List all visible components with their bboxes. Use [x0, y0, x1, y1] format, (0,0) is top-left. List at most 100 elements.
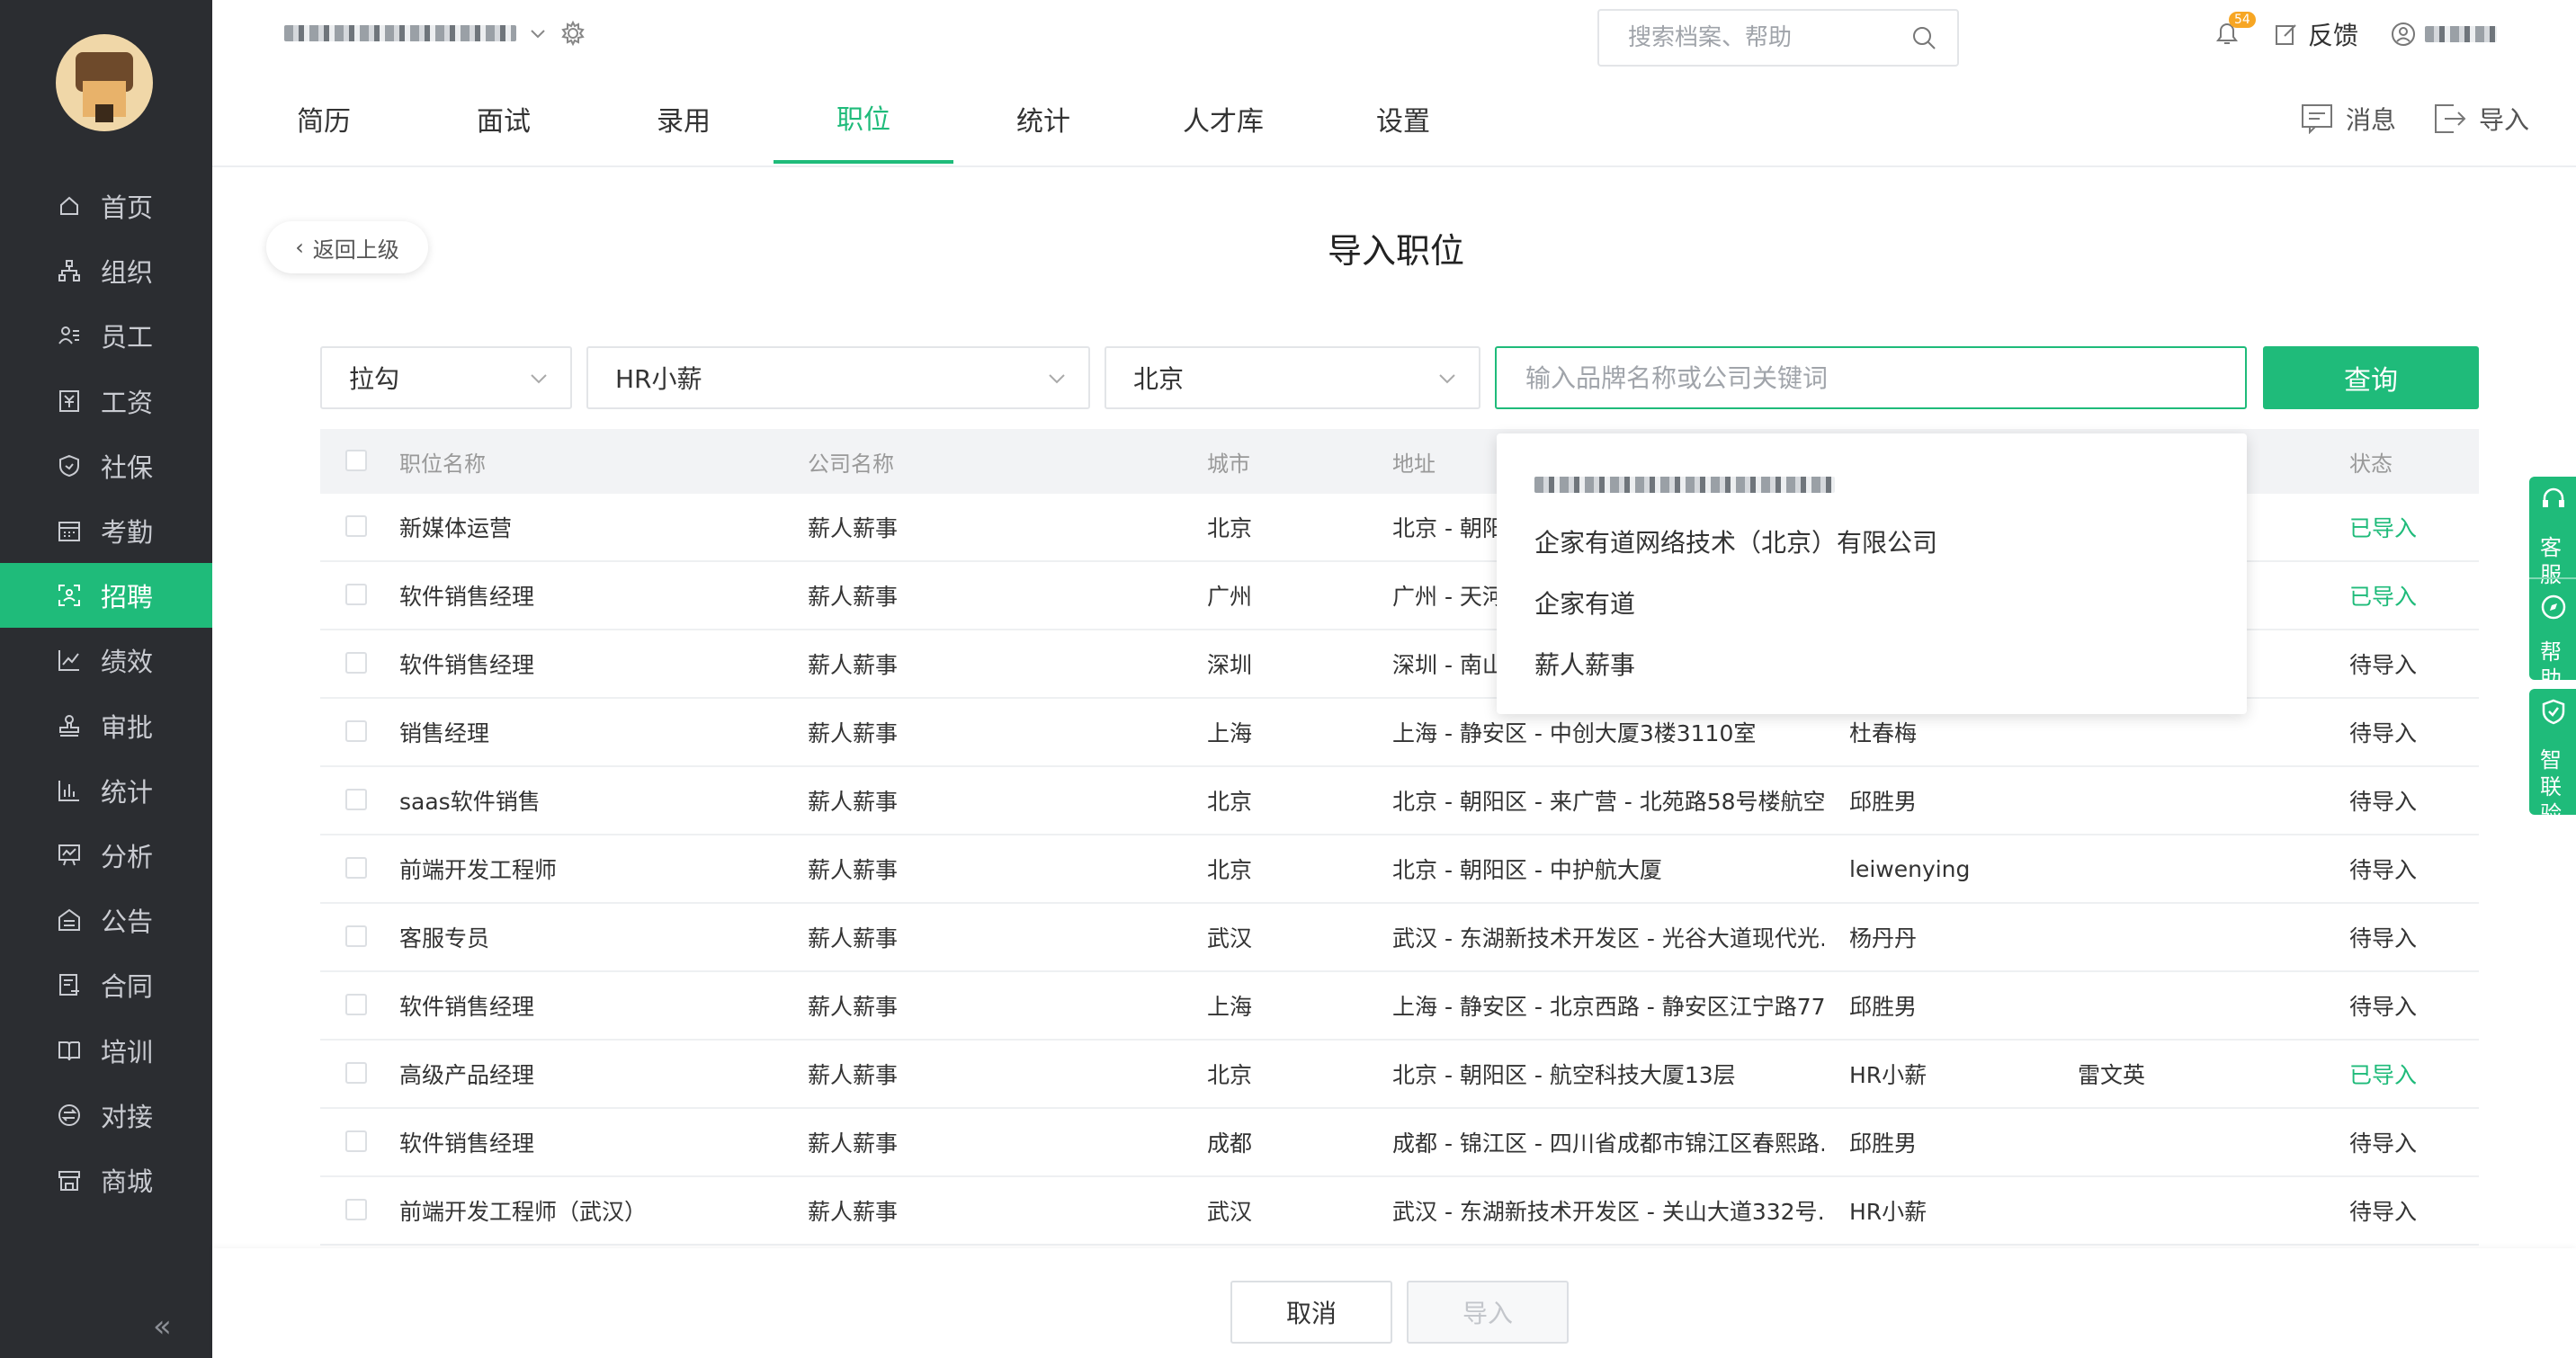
sidebar-item-3[interactable]: 工资	[0, 369, 212, 433]
tab-3[interactable]: 职位	[774, 74, 953, 164]
back-button[interactable]: ‹ 返回上级	[266, 221, 428, 273]
cell-position-name: 软件销售经理	[399, 1130, 535, 1157]
sidebar-item-label: 工资	[101, 387, 154, 418]
sidebar-item-4[interactable]: 社保	[0, 433, 212, 498]
notification-bell[interactable]: 54	[2214, 12, 2256, 48]
cell-status: 已导入	[2349, 515, 2418, 541]
sidebar-item-12[interactable]: 合同	[0, 952, 212, 1017]
feedback-label: 反馈	[2308, 21, 2359, 50]
row-checkbox[interactable]	[345, 584, 367, 605]
row-checkbox[interactable]	[345, 1062, 367, 1084]
suggestion-item-blurred[interactable]	[1534, 469, 1835, 499]
suggestion-item[interactable]: 薪人薪事	[1534, 646, 1635, 682]
account-select[interactable]: HR小薪	[586, 346, 1090, 409]
side-float-verify[interactable]: 智联验证	[2529, 689, 2576, 853]
city-select[interactable]: 北京	[1105, 346, 1480, 409]
import-label: 导入	[2479, 105, 2530, 135]
cell-company: 薪人薪事	[808, 994, 899, 1020]
row-checkbox[interactable]	[345, 994, 367, 1015]
row-checkbox[interactable]	[345, 857, 367, 879]
sidebar-item-label: 统计	[101, 776, 154, 808]
top-actions: 54 反馈	[2214, 12, 2498, 52]
keyword-field[interactable]	[1495, 346, 2247, 409]
message-button[interactable]: 消息	[2301, 101, 2396, 137]
company-switcher[interactable]	[284, 20, 586, 47]
staff-icon	[58, 324, 81, 347]
sidebar-item-2[interactable]: 员工	[0, 303, 212, 368]
suggestion-item[interactable]: 企家有道网络技术（北京）有限公司	[1534, 523, 1937, 559]
row-checkbox[interactable]	[345, 789, 367, 810]
sidebar-item-13[interactable]: 培训	[0, 1018, 212, 1083]
feedback-button[interactable]: 反馈	[2274, 16, 2358, 52]
confirm-import-button[interactable]: 导入	[1407, 1281, 1569, 1344]
row-checkbox[interactable]	[345, 1199, 367, 1220]
tab-4[interactable]: 统计	[953, 74, 1133, 164]
sidebar-item-9[interactable]: 统计	[0, 758, 212, 823]
cell-address: 武汉 - 东湖新技术开发区 - 关山大道332号…	[1392, 1199, 1824, 1225]
sidebar-item-label: 员工	[101, 322, 154, 353]
table-row[interactable]: 前端开发工程师（武汉） 薪人薪事 武汉 武汉 - 东湖新技术开发区 - 关山大道332…	[320, 1177, 2479, 1246]
recruit-icon	[58, 584, 81, 607]
cell-company: 薪人薪事	[808, 652, 899, 678]
suggestion-item[interactable]: 企家有道	[1534, 585, 1635, 621]
table-row[interactable]: 高级产品经理 薪人薪事 北京 北京 - 朝阳区 - 航空科技大厦13层 HR小薪 雷文英 已…	[320, 1041, 2479, 1109]
help-label[interactable]: 帮助	[2540, 639, 2576, 692]
search-icon[interactable]	[1910, 24, 1937, 51]
row-checkbox[interactable]	[345, 720, 367, 742]
sidebar-item-label: 组织	[101, 257, 154, 289]
cell-position-name: 软件销售经理	[399, 584, 535, 610]
verify-label: 智联验证	[2540, 747, 2562, 853]
table-row[interactable]: 前端开发工程师 薪人薪事 北京 北京 - 朝阳区 - 中护航大厦 leiwenying 待…	[320, 835, 2479, 904]
row-checkbox[interactable]	[345, 1130, 367, 1152]
table-row[interactable]: 软件销售经理 薪人薪事 上海 上海 - 静安区 - 北京西路 - 静安区江宁路77… 邱…	[320, 972, 2479, 1041]
cell-status: 待导入	[2349, 857, 2418, 883]
tab-1[interactable]: 面试	[414, 74, 594, 164]
row-checkbox[interactable]	[345, 652, 367, 674]
keyword-input[interactable]	[1524, 362, 2211, 394]
source-select[interactable]: 拉勾	[320, 346, 572, 409]
table-row[interactable]: 客服专员 薪人薪事 武汉 武汉 - 东湖新技术开发区 - 光谷大道现代光… 杨丹丹 待导入	[320, 904, 2479, 972]
sidebar-item-label: 审批	[101, 711, 154, 743]
sidebar-item-5[interactable]: 考勤	[0, 498, 212, 563]
cell-contact: 邱胜男	[1849, 789, 1918, 815]
sidebar-item-15[interactable]: 商城	[0, 1148, 212, 1212]
tab-5[interactable]: 人才库	[1133, 74, 1313, 164]
global-search-input[interactable]	[1626, 23, 1900, 52]
table-row[interactable]: 软件销售经理 薪人薪事 成都 成都 - 锦江区 - 四川省成都市锦江区春熙路… 邱胜男 待…	[320, 1109, 2479, 1177]
chevron-down-icon	[531, 30, 545, 39]
global-search[interactable]	[1597, 9, 1959, 67]
sidebar-item-0[interactable]: 首页	[0, 174, 212, 238]
cell-contact: 杨丹丹	[1849, 925, 1918, 951]
sidebar-item-6[interactable]: 招聘	[0, 563, 212, 629]
tab-6[interactable]: 设置	[1313, 74, 1493, 164]
gear-icon[interactable]	[559, 20, 586, 47]
company-logo-avatar[interactable]	[56, 34, 153, 131]
cell-city: 广州	[1207, 584, 1253, 610]
sidebar-item-14[interactable]: 对接	[0, 1083, 212, 1148]
shop-icon	[58, 1168, 81, 1192]
sidebar-item-1[interactable]: 组织	[0, 238, 212, 303]
sidebar-item-8[interactable]: 审批	[0, 693, 212, 758]
cell-owner	[2078, 904, 2285, 970]
row-checkbox[interactable]	[345, 515, 367, 537]
user-icon	[2392, 22, 2416, 46]
cell-company: 薪人薪事	[808, 857, 899, 883]
sidebar-item-7[interactable]: 绩效	[0, 628, 212, 692]
sidebar-item-11[interactable]: 公告	[0, 888, 212, 952]
row-checkbox[interactable]	[345, 925, 367, 947]
cancel-button[interactable]: 取消	[1230, 1281, 1392, 1344]
user-menu[interactable]	[2391, 22, 2498, 47]
sidebar-item-10[interactable]: 分析	[0, 823, 212, 888]
import-button[interactable]: 导入	[2434, 101, 2529, 137]
cell-contact: 邱胜男	[1849, 994, 1918, 1020]
cell-position-name: 新媒体运营	[399, 515, 513, 541]
collapse-sidebar-icon[interactable]: «	[153, 1309, 172, 1345]
cell-owner: 雷文英	[2078, 1062, 2146, 1088]
table-row[interactable]: saas软件销售 薪人薪事 北京 北京 - 朝阳区 - 来广营 - 北苑路58号楼航空…	[320, 767, 2479, 835]
service-label[interactable]: 客服	[2540, 534, 2576, 588]
query-button[interactable]: 查询	[2263, 346, 2479, 409]
select-all-checkbox[interactable]	[345, 450, 367, 471]
tab-2[interactable]: 录用	[594, 74, 774, 164]
chevron-down-icon	[531, 374, 547, 384]
tab-0[interactable]: 简历	[234, 74, 414, 164]
